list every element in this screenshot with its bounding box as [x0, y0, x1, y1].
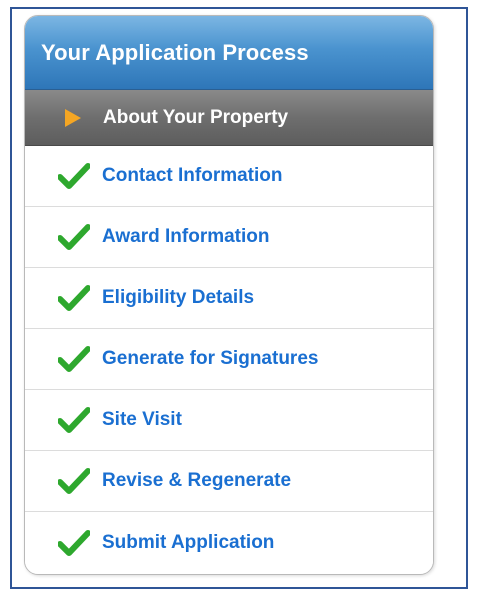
step-label[interactable]: Contact Information	[102, 165, 283, 187]
step-revise-and-regenerate[interactable]: Revise & Regenerate	[25, 451, 433, 512]
check-icon	[58, 407, 90, 433]
step-label[interactable]: Revise & Regenerate	[102, 470, 291, 492]
step-label[interactable]: Eligibility Details	[102, 287, 254, 309]
step-label[interactable]: Award Information	[102, 226, 270, 248]
step-site-visit[interactable]: Site Visit	[25, 390, 433, 451]
step-award-information[interactable]: Award Information	[25, 207, 433, 268]
check-icon	[58, 468, 90, 494]
check-icon	[58, 529, 90, 556]
current-step-label: About Your Property	[103, 106, 289, 128]
step-label[interactable]: Generate for Signatures	[102, 348, 318, 370]
play-arrow-icon	[65, 108, 81, 127]
check-icon	[58, 224, 90, 250]
check-icon	[58, 346, 90, 372]
step-contact-information[interactable]: Contact Information	[25, 146, 433, 207]
step-label[interactable]: Site Visit	[102, 409, 182, 431]
step-eligibility-details[interactable]: Eligibility Details	[25, 268, 433, 329]
panel-title: Your Application Process	[41, 39, 309, 65]
current-step-about-your-property[interactable]: About Your Property	[25, 90, 433, 146]
check-icon	[58, 163, 90, 189]
panel-header: Your Application Process	[25, 16, 433, 90]
step-generate-for-signatures[interactable]: Generate for Signatures	[25, 329, 433, 390]
step-submit-application[interactable]: Submit Application	[25, 512, 433, 573]
check-icon	[58, 285, 90, 311]
application-process-panel: Your Application Process About Your Prop…	[24, 15, 434, 575]
step-list: Contact Information Award Information El…	[25, 146, 433, 573]
step-label[interactable]: Submit Application	[102, 532, 274, 554]
